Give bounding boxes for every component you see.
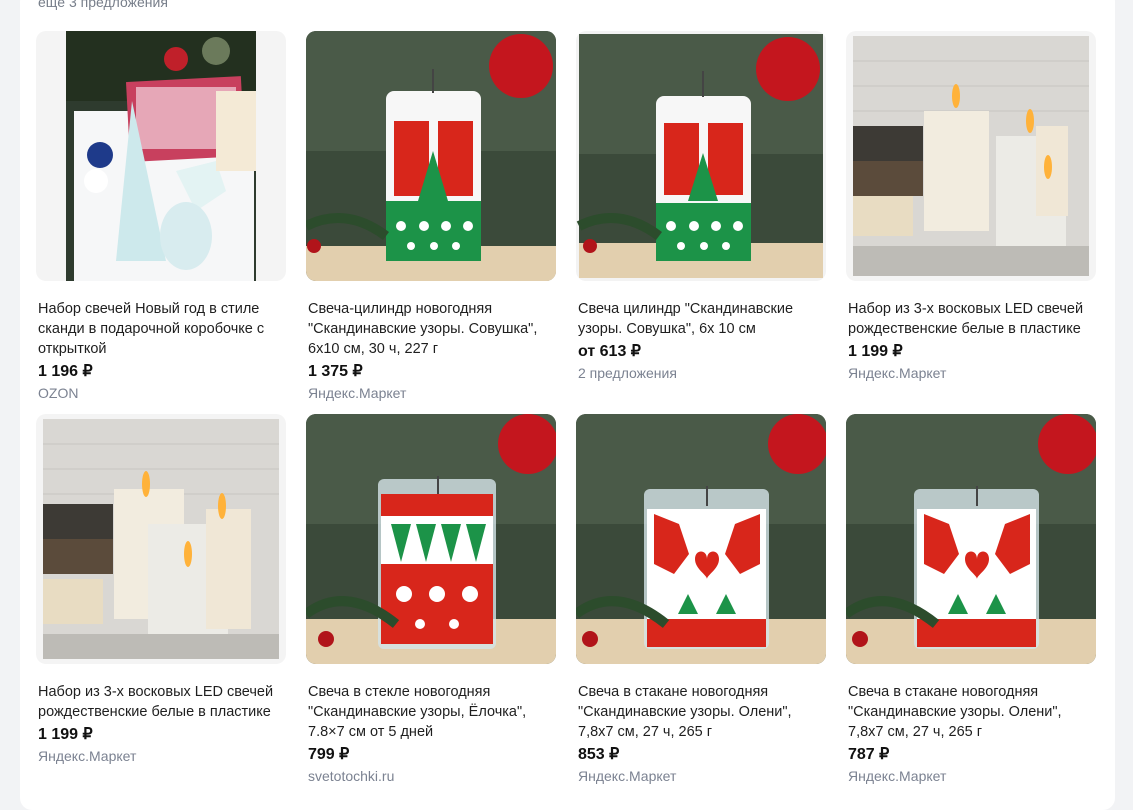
product-shop[interactable]: Яндекс.Маркет	[308, 383, 556, 403]
led-candles-photo	[846, 31, 1096, 281]
glass-deer-candle-photo	[576, 414, 826, 664]
product-title[interactable]: Свеча цилиндр "Скандинавские узоры. Сову…	[578, 299, 824, 339]
more-offers-link[interactable]: ещё 3 предложения	[38, 0, 168, 10]
product-title[interactable]: Свеча в стакане новогодняя "Скандинавски…	[578, 682, 824, 742]
product-card[interactable]: Свеча-цилиндр новогодняя "Скандинавские …	[306, 31, 556, 403]
product-image[interactable]	[846, 414, 1096, 664]
product-image[interactable]	[306, 31, 556, 281]
product-shop[interactable]: svetotochki.ru	[308, 766, 556, 786]
product-image[interactable]	[846, 31, 1096, 281]
led-candles-photo	[36, 414, 286, 664]
product-price: 799 ₽	[308, 746, 350, 763]
product-price: от 613 ₽	[578, 343, 641, 360]
product-title[interactable]: Свеча в стакане новогодняя "Скандинавски…	[848, 682, 1094, 742]
product-card[interactable]: Свеча в стакане новогодняя "Скандинавски…	[846, 414, 1096, 786]
product-title[interactable]: Свеча-цилиндр новогодняя "Скандинавские …	[308, 299, 554, 359]
product-card[interactable]: Свеча цилиндр "Скандинавские узоры. Сову…	[576, 31, 826, 383]
gift-box-photo	[36, 31, 286, 281]
product-card[interactable]: Свеча в стекле новогодняя "Скандинавские…	[306, 414, 556, 786]
product-title[interactable]: Набор из 3-х восковых LED свечей рождест…	[38, 682, 284, 722]
product-card[interactable]: Свеча в стакане новогодняя "Скандинавски…	[576, 414, 826, 786]
glass-deer-candle-photo	[846, 414, 1096, 664]
product-shop[interactable]: Яндекс.Маркет	[578, 766, 826, 786]
product-shop[interactable]: Яндекс.Маркет	[38, 746, 286, 766]
product-title[interactable]: Набор из 3-х восковых LED свечей рождест…	[848, 299, 1094, 339]
product-image[interactable]	[576, 414, 826, 664]
product-shop[interactable]: OZON	[38, 383, 286, 403]
product-title[interactable]: Набор свечей Новый год в стиле сканди в …	[38, 299, 284, 359]
product-price: 853 ₽	[578, 746, 620, 763]
product-image[interactable]	[576, 31, 826, 281]
owl-candle-photo	[576, 31, 826, 281]
product-shop[interactable]: 2 предложения	[578, 363, 826, 383]
product-card[interactable]: Набор из 3-х восковых LED свечей рождест…	[846, 31, 1096, 383]
product-price: 1 199 ₽	[848, 343, 903, 360]
owl-candle-photo	[306, 31, 556, 281]
product-price: 787 ₽	[848, 746, 890, 763]
product-shop[interactable]: Яндекс.Маркет	[848, 766, 1096, 786]
product-card[interactable]: Набор свечей Новый год в стиле сканди в …	[36, 31, 286, 403]
product-image[interactable]	[36, 414, 286, 664]
product-price: 1 199 ₽	[38, 726, 93, 743]
product-image[interactable]	[306, 414, 556, 664]
product-title[interactable]: Свеча в стекле новогодняя "Скандинавские…	[308, 682, 554, 742]
product-card[interactable]: Набор из 3-х восковых LED свечей рождест…	[36, 414, 286, 766]
glass-tree-candle-photo	[306, 414, 556, 664]
product-price: 1 196 ₽	[38, 363, 93, 380]
product-image[interactable]	[36, 31, 286, 281]
product-price: 1 375 ₽	[308, 363, 363, 380]
product-shop[interactable]: Яндекс.Маркет	[848, 363, 1096, 383]
